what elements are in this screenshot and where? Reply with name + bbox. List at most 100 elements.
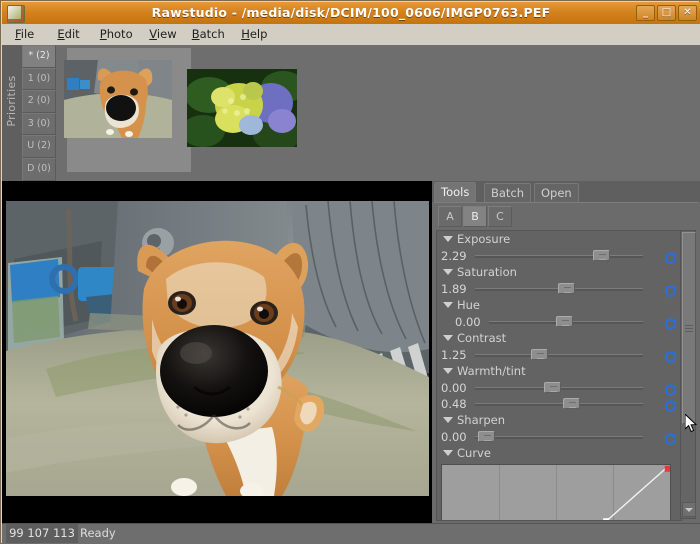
slider-row[interactable]: 0.00 (437, 380, 681, 396)
section-title: Contrast (457, 331, 507, 345)
tab-tools[interactable]: Tools (434, 182, 477, 202)
reset-icon[interactable] (664, 397, 677, 412)
slider-row[interactable]: 0.00 (437, 314, 681, 330)
menu-batch[interactable]: Batch (185, 24, 232, 45)
application-window: Rawstudio - /media/disk/DCIM/100_0606/IM… (0, 0, 700, 544)
tools-body: A B C Exposure 2.29 Saturation 1.89 Hue 0.00 Con… (434, 202, 698, 522)
tab-label: Batch (491, 186, 525, 200)
section-header-hue[interactable]: Hue (437, 297, 681, 314)
section-header-warmth-tint[interactable]: Warmth/tint (437, 363, 681, 380)
snapshot-b-button[interactable]: B (463, 206, 487, 227)
curve-line (603, 465, 670, 520)
chevron-down-icon (443, 269, 453, 275)
slider-row[interactable]: 0.48 (437, 396, 681, 412)
menu-file[interactable]: File (8, 24, 41, 45)
snapshot-a-button[interactable]: A (438, 206, 462, 227)
shiba-inu-photo-svg (6, 201, 429, 496)
section-header-saturation[interactable]: Saturation (437, 264, 681, 281)
slider-handle[interactable] (556, 316, 574, 327)
section-title: Warmth/tint (457, 364, 526, 378)
slider-value: 1.25 (441, 348, 467, 362)
slider-handle[interactable] (562, 398, 580, 409)
slider-handle[interactable] (558, 283, 576, 294)
slider-track[interactable] (475, 354, 643, 357)
priority-button-star[interactable]: * (2) (22, 45, 56, 68)
thumbnail-dog-image (64, 60, 172, 138)
slider-row[interactable]: 2.29 (437, 248, 681, 264)
menu-bar: File Edit Photo View Batch Help (2, 24, 700, 46)
priority-button-d[interactable]: D (0) (22, 157, 56, 181)
slider-row[interactable]: 1.25 (437, 347, 681, 363)
window-title: Rawstudio - /media/disk/DCIM/100_0606/IM… (151, 5, 551, 20)
priority-button-3[interactable]: 3 (0) (22, 112, 56, 136)
maximize-button[interactable]: □ (657, 5, 676, 21)
chevron-down-icon (685, 508, 693, 512)
reset-icon[interactable] (664, 430, 677, 445)
thumbnail-strip[interactable] (56, 45, 432, 181)
slider-track[interactable] (475, 255, 643, 258)
priority-button-label: 3 (0) (27, 117, 51, 129)
slider-row[interactable]: 0.00 (437, 429, 681, 445)
chevron-down-icon (443, 236, 453, 242)
close-icon: ✕ (683, 7, 692, 18)
section-header-curve[interactable]: Curve (437, 445, 681, 462)
slider-track[interactable] (475, 436, 643, 439)
slider-handle[interactable] (544, 382, 562, 393)
preview-photo (6, 201, 429, 496)
menu-photo[interactable]: Photo (93, 24, 140, 45)
slider-track[interactable] (475, 403, 643, 406)
priority-buttons: * (2) 1 (0) 2 (0) 3 (0) U (2) D (0) (22, 45, 56, 181)
tone-curve-editor[interactable] (441, 464, 671, 520)
menu-view[interactable]: View (142, 24, 183, 45)
chevron-down-icon (443, 368, 453, 374)
menu-edit[interactable]: Edit (50, 24, 86, 45)
slider-row[interactable]: 1.89 (437, 281, 681, 297)
snapshot-label: B (471, 210, 479, 223)
slider-handle[interactable] (478, 431, 496, 442)
scrollbar-thumb[interactable] (682, 232, 696, 424)
reset-icon[interactable] (664, 315, 677, 330)
tab-label: Tools (441, 185, 470, 199)
slider-handle[interactable] (592, 250, 610, 261)
tab-open[interactable]: Open (534, 183, 579, 202)
priority-button-u[interactable]: U (2) (22, 135, 56, 158)
menu-help[interactable]: Help (234, 24, 274, 45)
priorities-bar: Priorities (2, 45, 22, 181)
tab-batch[interactable]: Batch (484, 183, 532, 202)
title-bar: Rawstudio - /media/disk/DCIM/100_0606/IM… (2, 2, 700, 25)
section-header-exposure[interactable]: Exposure (437, 231, 681, 248)
status-bar: 99 107 113 Ready (2, 523, 700, 544)
mouse-cursor (685, 414, 697, 433)
preview-frame (6, 201, 429, 496)
tool-sections-scroll[interactable]: Exposure 2.29 Saturation 1.89 Hue 0.00 Contras… (436, 230, 682, 521)
priority-button-2[interactable]: 2 (0) (22, 90, 56, 113)
minimize-button[interactable]: _ (636, 5, 655, 21)
section-title: Sharpen (457, 413, 506, 427)
thumbnail-flower-image (187, 69, 297, 147)
reset-icon[interactable] (664, 249, 677, 264)
snapshot-c-button[interactable]: C (488, 206, 512, 227)
reset-icon[interactable] (664, 282, 677, 297)
reset-icon[interactable] (664, 348, 677, 363)
main-preview-area[interactable] (2, 181, 432, 523)
tools-panel: Tools Batch Open A B C Exposure 2.29 Saturatio… (432, 181, 700, 523)
priority-button-label: U (2) (27, 140, 51, 152)
slider-value: 0.48 (441, 397, 467, 411)
priority-button-label: D (0) (27, 162, 51, 174)
close-button[interactable]: ✕ (678, 5, 697, 21)
priority-button-1[interactable]: 1 (0) (22, 67, 56, 91)
section-title: Exposure (457, 232, 511, 246)
tools-scrollbar[interactable] (680, 230, 696, 519)
reset-icon[interactable] (664, 381, 677, 396)
section-header-sharpen[interactable]: Sharpen (437, 412, 681, 429)
slider-handle[interactable] (530, 349, 548, 360)
section-title: Hue (457, 298, 481, 312)
tab-label: Open (541, 186, 572, 200)
priority-button-label: 1 (0) (27, 72, 51, 84)
section-header-contrast[interactable]: Contrast (437, 330, 681, 347)
minimize-icon: _ (643, 7, 648, 18)
maximize-icon: □ (661, 7, 672, 18)
slider-value: 2.29 (441, 249, 467, 263)
snapshot-label: C (496, 210, 504, 223)
scrollbar-down-button[interactable] (682, 502, 696, 517)
